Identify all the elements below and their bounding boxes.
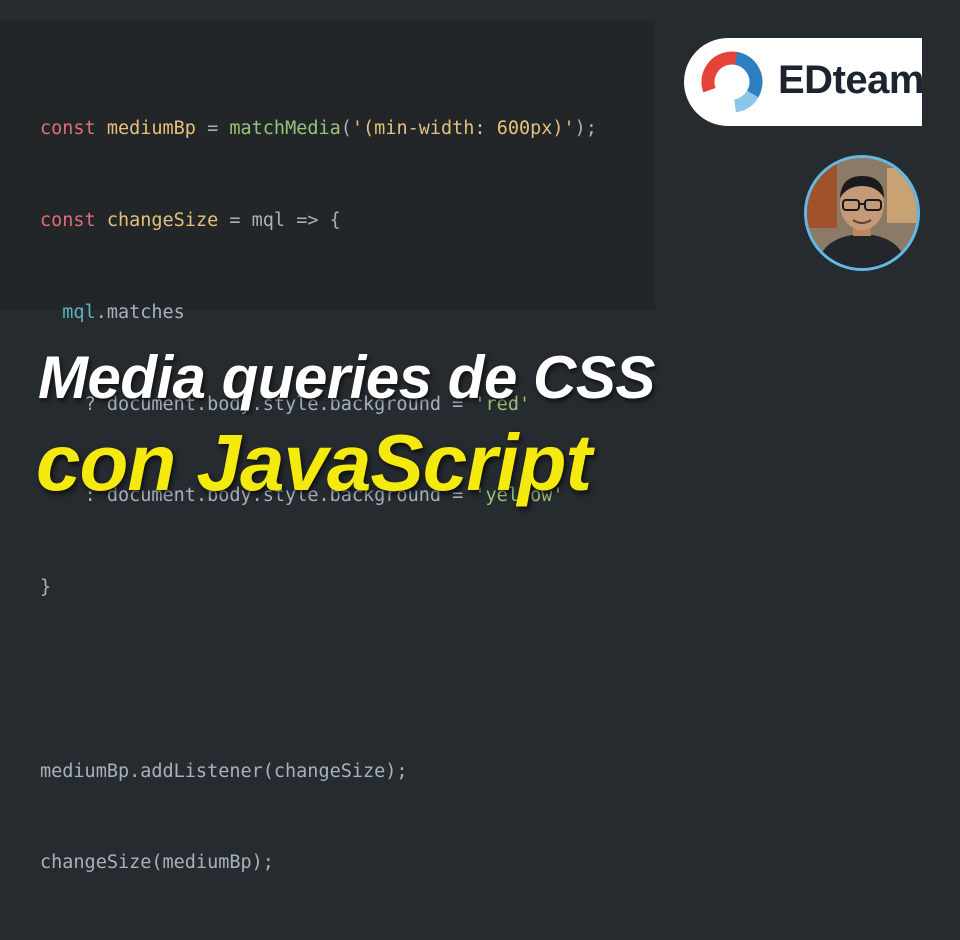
identifier: changeSize: [106, 209, 219, 231]
code-line-2: const changeSize = mql => {: [40, 206, 597, 237]
code-line-9: changeSize(mediumBp);: [40, 852, 274, 874]
property: .matches: [95, 301, 185, 323]
code-line-8: mediumBp.addListener(changeSize);: [40, 760, 408, 782]
title-line-2: con JavaScript: [36, 418, 592, 507]
presenter-avatar: [804, 155, 920, 271]
brand-badge: EDteam: [684, 38, 924, 126]
function-name: matchMedia: [229, 118, 341, 140]
keyword: const: [40, 118, 96, 140]
arrow-function: = mql => {: [218, 209, 341, 231]
person-icon: [807, 158, 917, 268]
code-panel: const mediumBp = matchMedia('(min-width:…: [0, 20, 655, 873]
paren: (: [340, 118, 352, 140]
code-line-6: }: [40, 577, 52, 599]
identifier: mql: [62, 301, 96, 323]
string-literal: '(min-width: 600px)': [351, 118, 575, 140]
operator: =: [195, 118, 230, 140]
keyword: const: [40, 209, 96, 231]
code-line-1: const mediumBp = matchMedia('(min-width:…: [40, 114, 597, 145]
brand-name: EDteam: [778, 58, 924, 102]
identifier: mediumBp: [106, 118, 196, 140]
code-line-3: mql.matches: [40, 298, 597, 329]
edteam-logo-icon: [701, 51, 763, 113]
title-line-1: Media queries de CSS: [38, 344, 655, 411]
paren: );: [574, 118, 597, 140]
